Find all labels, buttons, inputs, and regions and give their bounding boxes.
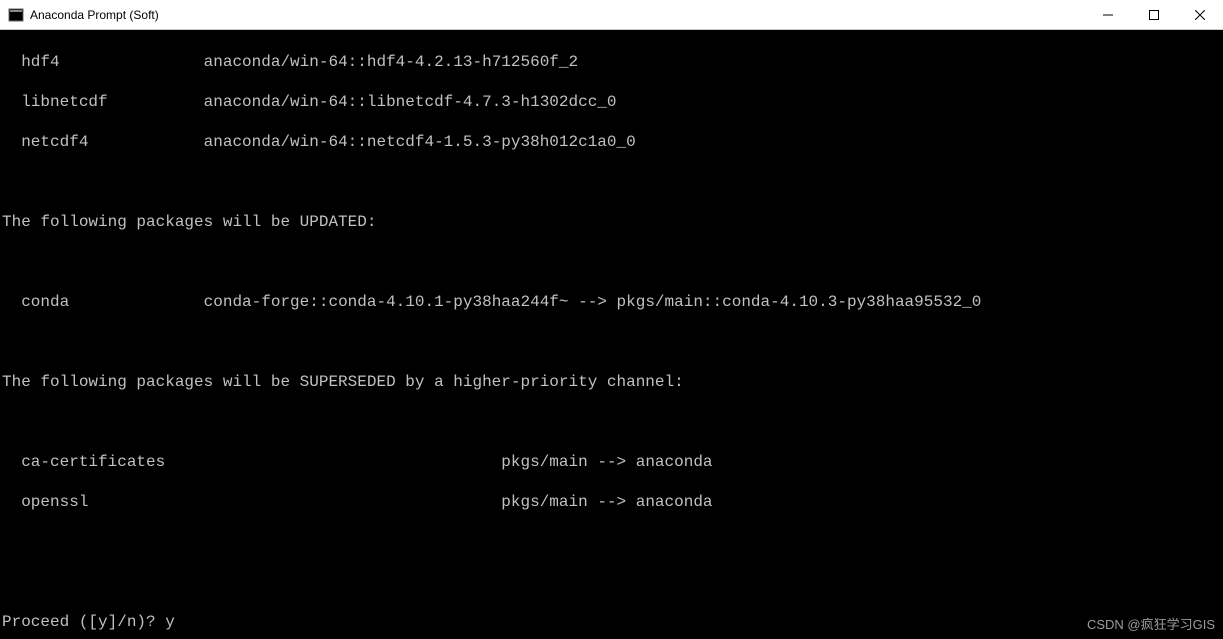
pkg-line: netcdf4 anaconda/win-64::netcdf4-1.5.3-p… bbox=[2, 132, 1223, 152]
pkg-line: conda conda-forge::conda-4.10.1-py38haa2… bbox=[2, 292, 1223, 312]
section-header: The following packages will be SUPERSEDE… bbox=[2, 372, 1223, 392]
watermark: CSDN @疯狂学习GIS bbox=[1087, 615, 1215, 635]
pkg-line: hdf4 anaconda/win-64::hdf4-4.2.13-h71256… bbox=[2, 52, 1223, 72]
maximize-button[interactable] bbox=[1131, 0, 1177, 29]
pkg-line: ca-certificates pkgs/main --> anaconda bbox=[2, 452, 1223, 472]
terminal-area[interactable]: hdf4 anaconda/win-64::hdf4-4.2.13-h71256… bbox=[0, 30, 1223, 639]
window-controls bbox=[1085, 0, 1223, 29]
pkg-line: libnetcdf anaconda/win-64::libnetcdf-4.7… bbox=[2, 92, 1223, 112]
minimize-button[interactable] bbox=[1085, 0, 1131, 29]
pkg-line: openssl pkgs/main --> anaconda bbox=[2, 492, 1223, 512]
window-titlebar: Anaconda Prompt (Soft) bbox=[0, 0, 1223, 30]
titlebar-left: Anaconda Prompt (Soft) bbox=[0, 7, 159, 23]
window-title: Anaconda Prompt (Soft) bbox=[30, 8, 159, 22]
section-header: The following packages will be UPDATED: bbox=[2, 212, 1223, 232]
app-icon bbox=[8, 7, 24, 23]
proceed-prompt: Proceed ([y]/n)? y bbox=[2, 612, 1223, 632]
close-button[interactable] bbox=[1177, 0, 1223, 29]
